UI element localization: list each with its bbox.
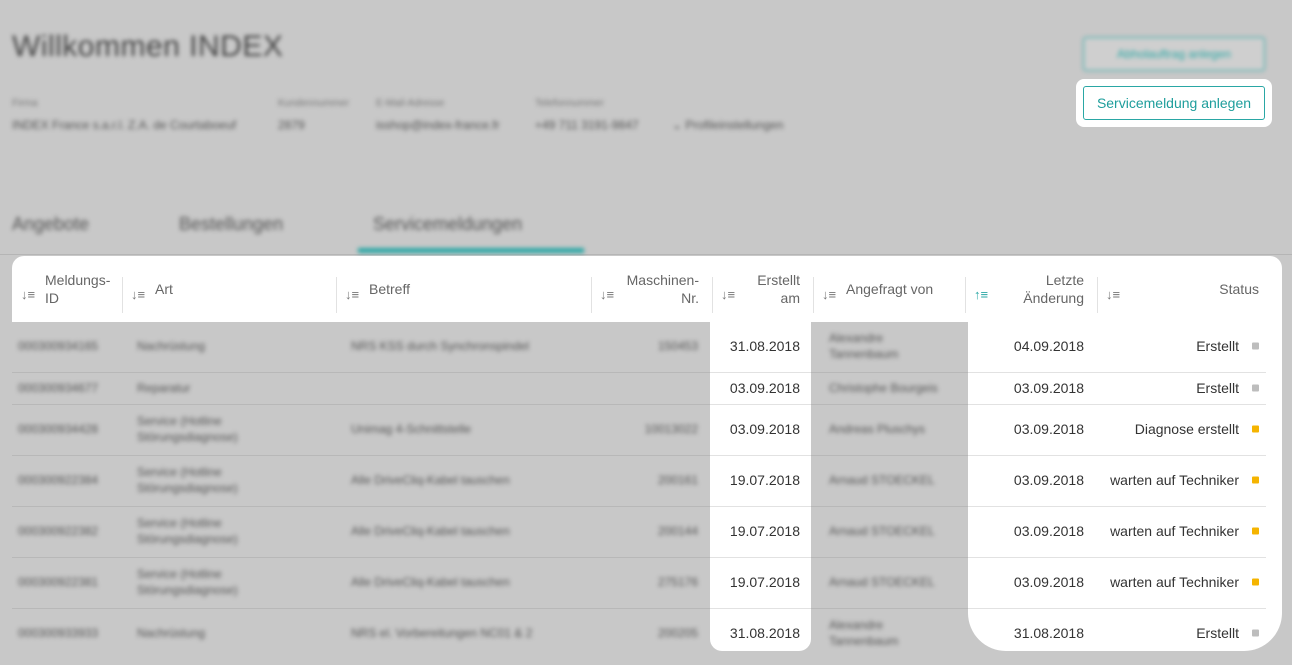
cell-status: Diagnose erstellt: [1134, 421, 1239, 437]
cell-betreff: NRS KSS durch Synchronspindel: [351, 339, 530, 353]
cell-art: Service (Hotline Störungsdiagnose): [137, 414, 238, 444]
cell-letzte-aenderung: 03.09.2018: [1013, 380, 1084, 396]
cell-meldungs-id: 000300922382: [18, 524, 99, 538]
cell-letzte-aenderung: 03.09.2018: [1013, 523, 1084, 539]
cell-maschinen-nr: 200144: [657, 524, 698, 538]
status-dot-icon: [1252, 629, 1259, 637]
info-email: E-Mail-Adresse isshop@index-france.fr: [376, 98, 500, 132]
cell-meldungs-id: 000300934677: [18, 381, 99, 395]
cell-maschinen-nr: 150453: [657, 339, 698, 353]
cell-erstellt-am: 31.08.2018: [729, 338, 800, 354]
cell-angefragt-von: Arnaud STOECKEL: [829, 524, 935, 538]
cell-angefragt-von: Alexandre Tannenbaum: [829, 618, 899, 648]
cell-status: Erstellt: [1196, 338, 1239, 354]
header-maschinen-nr[interactable]: Maschinen- Nr.: [620, 256, 699, 322]
servicemeldung-button[interactable]: Servicemeldung anlegen: [1083, 86, 1265, 120]
tab-divider: [0, 254, 1292, 255]
header-angefragt-von[interactable]: Angefragt von: [846, 256, 933, 322]
cell-erstellt-am: 19.07.2018: [729, 523, 800, 539]
header-art[interactable]: Art: [155, 256, 173, 322]
cell-betreff: Alle DriveCliq-Kabel tauschen: [351, 575, 510, 589]
cell-erstellt-am: 19.07.2018: [729, 574, 800, 590]
cell-betreff: Alle DriveCliq-Kabel tauschen: [351, 524, 510, 538]
header-status[interactable]: Status: [1130, 256, 1259, 322]
cell-meldungs-id: 000300922384: [18, 473, 99, 487]
status-dot-icon: [1252, 342, 1259, 350]
info-company: Firma INDEX France s.a.r.l. Z.A. de Court…: [12, 98, 237, 132]
header-betreff[interactable]: Betreff: [369, 256, 410, 322]
status-dot-icon: [1252, 578, 1259, 586]
cell-betreff: Unimag 4-Schnittstelle: [351, 422, 472, 436]
header-erstellt-am[interactable]: Erstellt am: [740, 256, 800, 322]
cell-angefragt-von: Alexandre Tannenbaum: [829, 331, 899, 361]
cell-letzte-aenderung: 03.09.2018: [1013, 574, 1084, 590]
tab-angebote[interactable]: Angebote: [12, 214, 89, 235]
cell-art: Service (Hotline Störungsdiagnose): [137, 465, 238, 495]
cell-art: Nachrüstung: [137, 339, 206, 353]
sort-icon-angefragt[interactable]: ↓≡: [821, 287, 837, 302]
cell-art: Service (Hotline Störungsdiagnose): [137, 567, 238, 597]
cell-art: Service (Hotline Störungsdiagnose): [137, 516, 238, 546]
cell-maschinen-nr: 10013022: [644, 422, 698, 436]
cell-angefragt-von: Christophe Bourgeis: [829, 381, 938, 395]
info-phone: Telefonnummer +49 711 3191-9847: [535, 98, 639, 132]
cell-erstellt-am: 31.08.2018: [729, 625, 800, 641]
cell-betreff: NRS el. Vorbereitungen NC01 & 2: [351, 626, 533, 640]
cell-letzte-aenderung: 04.09.2018: [1013, 338, 1084, 354]
cell-maschinen-nr: 200205: [657, 626, 698, 640]
cell-letzte-aenderung: 31.08.2018: [1013, 625, 1084, 641]
cell-status: Erstellt: [1196, 380, 1239, 396]
page-title: Willkommen INDEX: [12, 30, 284, 63]
profile-settings-link[interactable]: ⌄ Profileinstellungen: [672, 118, 783, 132]
cell-letzte-aenderung: 03.09.2018: [1013, 472, 1084, 488]
status-dot-icon: [1252, 425, 1259, 433]
cell-meldungs-id: 000300934165: [18, 339, 99, 353]
cell-meldungs-id: 000300933933: [18, 626, 99, 640]
cell-status: warten auf Techniker: [1110, 523, 1239, 539]
cell-status: warten auf Techniker: [1110, 472, 1239, 488]
cell-erstellt-am: 19.07.2018: [729, 472, 800, 488]
tab-servicemeldungen[interactable]: Servicemeldungen: [373, 214, 522, 235]
header-meldungs-id[interactable]: Meldungs- ID: [45, 256, 110, 322]
cell-meldungs-id: 000300934428: [18, 422, 99, 436]
sort-icon-status[interactable]: ↓≡: [1105, 287, 1121, 302]
cell-erstellt-am: 03.09.2018: [729, 421, 800, 437]
status-dot-icon: [1252, 476, 1259, 484]
cell-status: warten auf Techniker: [1110, 574, 1239, 590]
abholauftrag-button[interactable]: Abholauftrag anlegen: [1083, 37, 1265, 71]
sort-icon-betreff[interactable]: ↓≡: [344, 287, 360, 302]
cell-angefragt-von: Arnaud STOECKEL: [829, 473, 935, 487]
cell-erstellt-am: 03.09.2018: [729, 380, 800, 396]
sort-icon-maschinen[interactable]: ↓≡: [599, 287, 615, 302]
cell-letzte-aenderung: 03.09.2018: [1013, 421, 1084, 437]
cell-angefragt-von: Arnaud STOECKEL: [829, 575, 935, 589]
info-customer-number: Kundennummer 2879: [278, 98, 350, 132]
cell-maschinen-nr: 275176: [657, 575, 698, 589]
tab-active-indicator: [358, 248, 584, 253]
cell-betreff: Alle DriveCliq-Kabel tauschen: [351, 473, 510, 487]
tab-bestellungen[interactable]: Bestellungen: [179, 214, 283, 235]
cell-maschinen-nr: 200161: [657, 473, 698, 487]
cell-art: Reparatur: [137, 381, 191, 395]
cell-meldungs-id: 000300922381: [18, 575, 99, 589]
status-dot-icon: [1252, 527, 1259, 535]
status-dot-icon: [1252, 384, 1259, 392]
cell-art: Nachrüstung: [137, 626, 206, 640]
header-letzte-aenderung[interactable]: Letzte Änderung: [1000, 256, 1084, 322]
chevron-down-icon: ⌄: [672, 118, 683, 132]
cell-status: Erstellt: [1196, 625, 1239, 641]
sort-icon-erstellt[interactable]: ↓≡: [720, 287, 736, 302]
cell-angefragt-von: Andreas Pluschys: [829, 422, 926, 436]
sort-icon-aenderung-active[interactable]: ↑≡: [973, 287, 989, 302]
sort-icon-art[interactable]: ↓≡: [130, 287, 146, 302]
sort-icon-id[interactable]: ↓≡: [20, 287, 36, 302]
